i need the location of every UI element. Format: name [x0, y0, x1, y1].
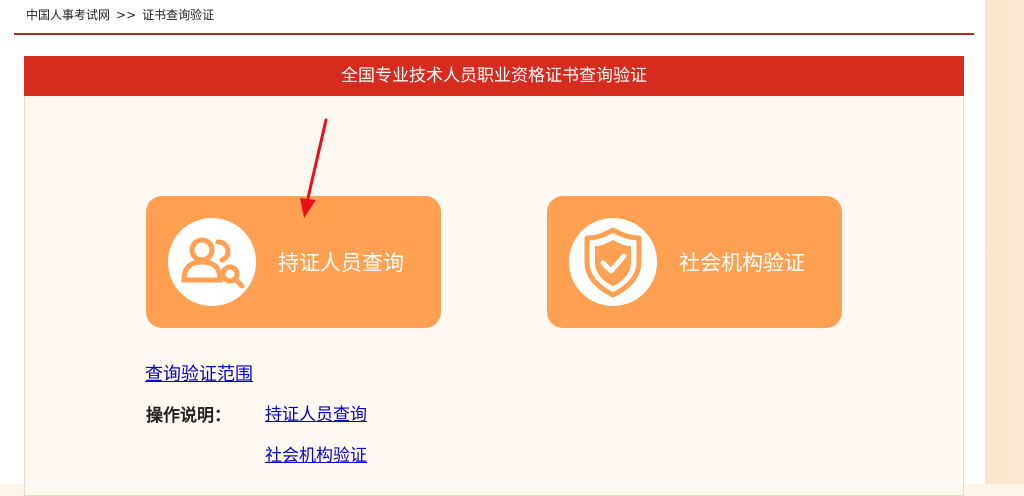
agency-verify-icon-circle — [569, 218, 657, 306]
breadcrumb-home[interactable]: 中国人事考试网 — [26, 8, 110, 22]
agency-verify-label: 社会机构验证 — [679, 251, 805, 275]
annotation-arrow-icon — [300, 118, 328, 218]
page-content: 中国人事考试网 >> 证书查询验证 全国专业技术人员职业资格证书查询验证 持证人… — [0, 0, 985, 496]
holder-query-instructions-link[interactable]: 持证人员查询 — [265, 400, 367, 425]
scope-link[interactable]: 查询验证范围 — [145, 360, 253, 386]
agency-verify-card[interactable]: 社会机构验证 — [547, 196, 842, 328]
holder-query-icon-circle — [168, 218, 256, 306]
header-divider — [14, 33, 974, 35]
breadcrumb-current: 证书查询验证 — [142, 8, 215, 22]
breadcrumb-separator: >> — [116, 8, 137, 22]
user-search-icon — [181, 237, 245, 289]
agency-verify-instructions-link[interactable]: 社会机构验证 — [265, 441, 367, 466]
page-right-margin — [985, 0, 1024, 484]
panel-title: 全国专业技术人员职业资格证书查询验证 — [24, 56, 964, 96]
shield-check-icon — [584, 227, 642, 298]
instructions-label: 操作说明： — [146, 406, 231, 426]
breadcrumb: 中国人事考试网 >> 证书查询验证 — [26, 6, 214, 23]
